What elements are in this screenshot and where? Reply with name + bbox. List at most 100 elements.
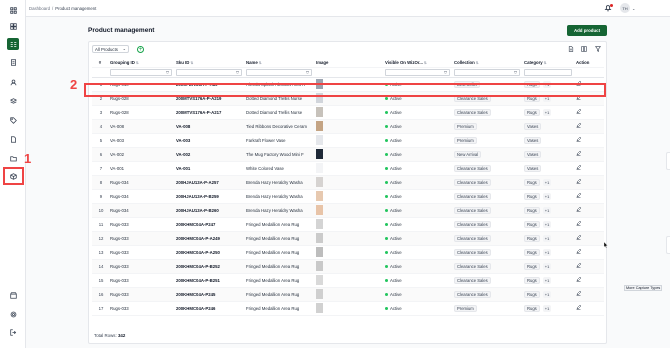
- side-panel-handle[interactable]: [666, 236, 670, 254]
- product-thumbnail[interactable]: [316, 247, 323, 257]
- edit-icon[interactable]: [576, 122, 582, 129]
- user-icon[interactable]: [8, 77, 18, 87]
- product-thumbnail[interactable]: [316, 163, 323, 173]
- sidebar-item-apps-active[interactable]: [7, 38, 19, 50]
- column-header-visible[interactable]: Visible On WizOr...⇅: [383, 58, 452, 68]
- product-thumbnail[interactable]: [316, 191, 323, 201]
- settings-icon[interactable]: [8, 309, 18, 319]
- dashboard-icon[interactable]: [8, 21, 18, 31]
- filter-icon[interactable]: [594, 45, 602, 53]
- edit-icon[interactable]: [576, 220, 582, 227]
- more-categories-badge[interactable]: +1: [542, 220, 552, 228]
- edit-icon[interactable]: [576, 108, 582, 115]
- export-icon[interactable]: [567, 45, 575, 53]
- document-icon[interactable]: [8, 57, 18, 67]
- product-thumbnail[interactable]: [316, 135, 323, 145]
- product-thumbnail[interactable]: [316, 121, 323, 131]
- more-categories-badge[interactable]: +1: [542, 108, 552, 116]
- edit-icon[interactable]: [576, 248, 582, 255]
- more-categories-badge[interactable]: +1: [542, 178, 552, 186]
- add-product-button[interactable]: Add product: [567, 25, 607, 36]
- more-categories-badge[interactable]: +1: [542, 290, 552, 298]
- filter-name-input[interactable]: ⛉: [246, 68, 312, 76]
- table-row[interactable]: 6 VA-002 VA-002 The Mug Factory Wood Mini F…: [92, 147, 604, 162]
- filter-collection-input[interactable]: ⛉: [454, 68, 520, 76]
- table-row[interactable]: 13 Rugs-033 200KHMC04A-P-A250 Fringed Medal…: [92, 245, 604, 260]
- more-categories-badge[interactable]: +1: [542, 304, 552, 312]
- product-thumbnail[interactable]: [316, 303, 323, 313]
- column-filter-icon[interactable]: ⛉: [166, 70, 169, 75]
- table-row[interactable]: 11 Rugs-033 200KHMC04A-P247 Fringed Medalli…: [92, 217, 604, 232]
- more-categories-badge[interactable]: +1: [542, 192, 552, 200]
- product-thumbnail[interactable]: [316, 233, 323, 243]
- table-row[interactable]: 16 Rugs-033 200KHMC04A-P245 Fringed Medalli…: [92, 287, 604, 302]
- edit-icon[interactable]: [576, 262, 582, 269]
- product-thumbnail[interactable]: [316, 177, 323, 187]
- side-panel-handle[interactable]: [666, 152, 670, 170]
- table-row[interactable]: 17 Rugs-033 200KHMC04A-P246 Fringed Medalli…: [92, 301, 604, 316]
- column-filter-icon[interactable]: ⛉: [236, 70, 239, 75]
- sort-icon[interactable]: ⇅: [259, 61, 262, 65]
- edit-icon[interactable]: [576, 304, 582, 311]
- avatar[interactable]: TH: [620, 3, 630, 13]
- column-header-category[interactable]: Category⇅: [522, 58, 574, 68]
- edit-icon[interactable]: [576, 178, 582, 185]
- table-row[interactable]: 5 VA-003 VA-003 Farkraft Flower Vase Active P…: [92, 133, 604, 148]
- logout-icon[interactable]: [8, 327, 18, 337]
- filter-grouping-id-input[interactable]: ⛉: [110, 68, 172, 76]
- column-header-name[interactable]: Name⇅: [244, 58, 314, 68]
- edit-icon[interactable]: [576, 164, 582, 171]
- product-thumbnail[interactable]: [316, 219, 323, 229]
- filter-visible-input[interactable]: ⛉: [385, 68, 450, 76]
- filter-sku-id-input[interactable]: ⛉: [176, 68, 242, 76]
- more-categories-badge[interactable]: +1: [542, 206, 552, 214]
- edit-icon[interactable]: [576, 136, 582, 143]
- table-row[interactable]: 4 VA-008 VA-008 Tied Ribbons Decorative Cer…: [92, 119, 604, 134]
- add-view-button[interactable]: +: [137, 46, 144, 53]
- store-icon[interactable]: [8, 290, 18, 300]
- table-row[interactable]: 15 Rugs-033 200KHMC04A-P-B251 Fringed Medal…: [92, 273, 604, 288]
- filter-category-input[interactable]: [524, 68, 572, 76]
- product-thumbnail[interactable]: [316, 107, 323, 117]
- more-categories-badge[interactable]: +1: [542, 234, 552, 242]
- product-thumbnail[interactable]: [316, 275, 323, 285]
- layers-icon[interactable]: [8, 96, 18, 106]
- product-thumbnail[interactable]: [316, 261, 323, 271]
- edit-icon[interactable]: [576, 206, 582, 213]
- table-row[interactable]: 12 Rugs-033 200KHMC04A-P-A249 Fringed Medal…: [92, 231, 604, 246]
- edit-icon[interactable]: [576, 234, 582, 241]
- product-filter-select[interactable]: All Products ⌄: [92, 45, 129, 53]
- folder-icon[interactable]: [8, 153, 18, 163]
- breadcrumb-root[interactable]: Dashboard: [29, 6, 50, 11]
- column-filter-icon[interactable]: ⛉: [444, 70, 447, 75]
- sort-icon[interactable]: ⇅: [136, 61, 139, 65]
- sort-icon[interactable]: ⇅: [544, 61, 547, 65]
- tag-icon[interactable]: [8, 115, 18, 125]
- table-row[interactable]: 8 Rugs-034 200HJAU13A-P-A257 Brenda Hazy He…: [92, 175, 604, 190]
- table-row[interactable]: 7 VA-001 VA-001 White Colored Vase Active Cle…: [92, 161, 604, 176]
- edit-icon[interactable]: [576, 276, 582, 283]
- table-row[interactable]: 3 Rugs-028 200MTVS176A-P-A217 Dotted Diamon…: [92, 105, 604, 120]
- sort-icon[interactable]: ⇅: [190, 61, 193, 65]
- more-categories-badge[interactable]: +1: [542, 262, 552, 270]
- edit-icon[interactable]: [576, 290, 582, 297]
- table-row[interactable]: 10 Rugs-034 200HJAU13A-P-B260 Brenda Hazy H…: [92, 203, 604, 218]
- product-thumbnail[interactable]: [316, 205, 323, 215]
- file-icon[interactable]: [8, 134, 18, 144]
- menu-grid-icon[interactable]: [7, 4, 19, 16]
- more-categories-badge[interactable]: +1: [542, 276, 552, 284]
- product-thumbnail[interactable]: [316, 289, 323, 299]
- column-header-collection[interactable]: Collection⇅: [452, 58, 522, 68]
- column-header-grouping-id[interactable]: Grouping ID⇅: [108, 58, 174, 68]
- column-filter-icon[interactable]: ⛉: [306, 70, 309, 75]
- column-filter-icon[interactable]: ⛉: [514, 70, 517, 75]
- table-row[interactable]: 14 Rugs-033 200KHMC04A-P-B252 Fringed Medal…: [92, 259, 604, 274]
- product-thumbnail[interactable]: [316, 149, 323, 159]
- edit-icon[interactable]: [576, 150, 582, 157]
- table-row[interactable]: 9 Rugs-034 200HJAU13A-P-B259 Brenda Hazy He…: [92, 189, 604, 204]
- avatar-chevron-down-icon[interactable]: ⌄: [632, 6, 635, 11]
- edit-icon[interactable]: [576, 192, 582, 199]
- column-header-sku-id[interactable]: Sku ID⇅: [174, 58, 244, 68]
- more-categories-badge[interactable]: +1: [542, 248, 552, 256]
- sort-icon[interactable]: ⇅: [476, 61, 479, 65]
